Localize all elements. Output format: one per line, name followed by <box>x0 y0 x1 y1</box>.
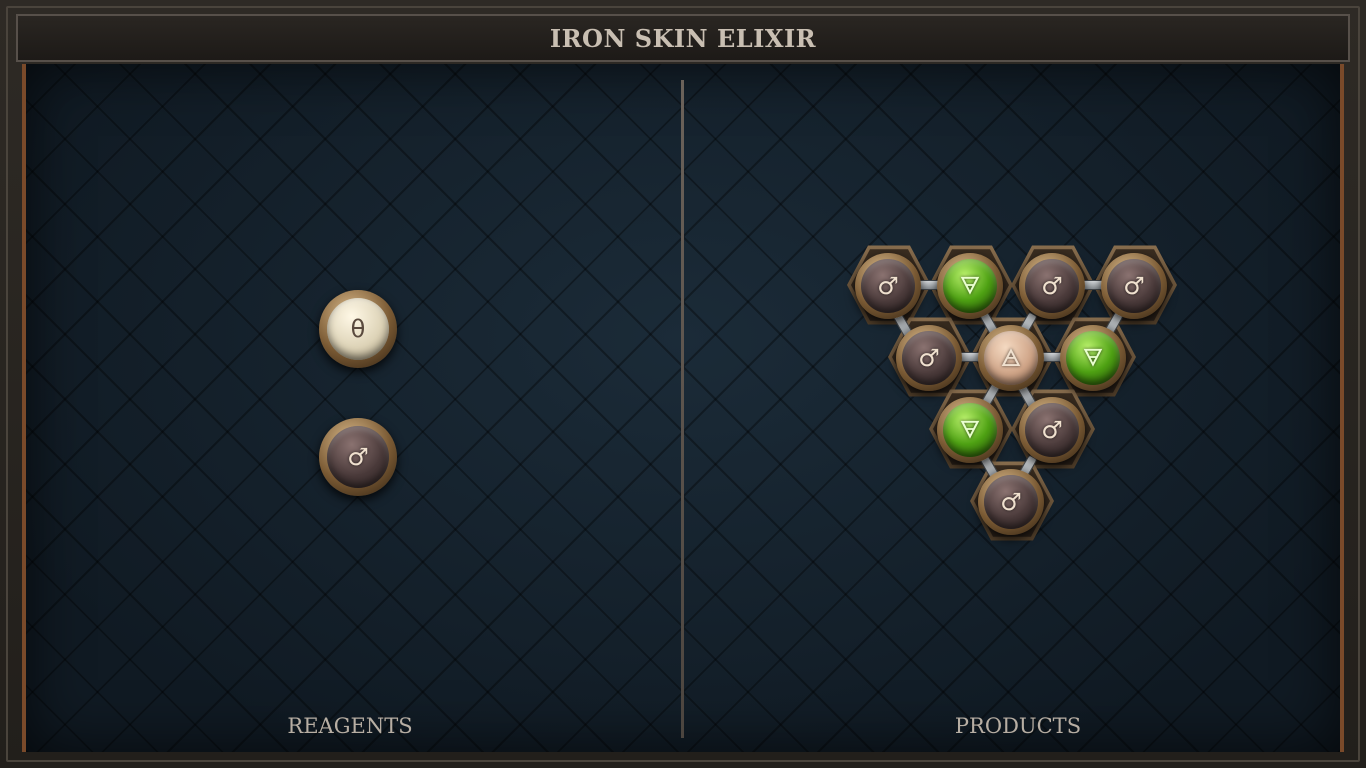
page-title: IRON SKIN ELIXIR <box>549 23 817 53</box>
reagent-iron-token[interactable]: ♂ <box>319 418 397 496</box>
earth-icon: 🜃 <box>959 272 981 300</box>
earth-icon: 🜃 <box>1082 344 1104 372</box>
product-atom-iron[interactable]: ♂ <box>1101 253 1167 319</box>
product-atom-iron[interactable]: ♂ <box>896 325 962 391</box>
product-atom-iron[interactable]: ♂ <box>978 469 1044 535</box>
title-bar: IRON SKIN ELIXIR <box>16 14 1350 62</box>
products-label: PRODUCTS <box>954 714 1082 738</box>
iron-icon: ♂ <box>1041 416 1063 444</box>
reagents-label: REAGENTS <box>287 714 413 738</box>
salt-icon: θ <box>350 315 366 343</box>
iron-icon: ♂ <box>1041 272 1063 300</box>
product-atom-earth[interactable]: 🜃 <box>937 253 1003 319</box>
reagent-salt-token[interactable]: θ <box>319 290 397 368</box>
product-atom-earth[interactable]: 🜃 <box>1060 325 1126 391</box>
iron-icon: ♂ <box>877 272 899 300</box>
iron-icon: ♂ <box>1123 272 1145 300</box>
product-atom-iron[interactable]: ♂ <box>855 253 921 319</box>
product-atom-iron[interactable]: ♂ <box>1019 397 1085 463</box>
air-icon: 🜁 <box>1000 344 1022 372</box>
iron-icon: ♂ <box>1000 488 1022 516</box>
section-divider <box>681 80 684 738</box>
iron-icon: ♂ <box>347 443 369 471</box>
product-atom-earth[interactable]: 🜃 <box>937 397 1003 463</box>
earth-icon: 🜃 <box>959 416 981 444</box>
product-atom-iron[interactable]: ♂ <box>1019 253 1085 319</box>
iron-icon: ♂ <box>918 344 940 372</box>
product-atom-quintessence[interactable]: 🜁 <box>978 325 1044 391</box>
